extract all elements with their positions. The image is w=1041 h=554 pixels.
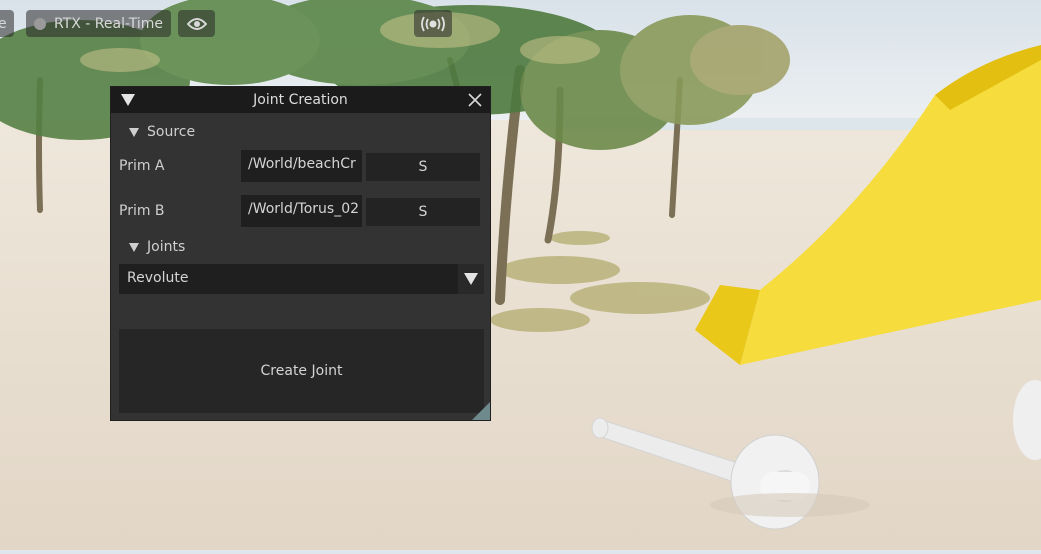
renderer-selector[interactable]: RTX - Real-Time (26, 10, 171, 37)
renderer-icon (34, 17, 46, 30)
renderer-label: RTX - Real-Time (54, 15, 164, 32)
prim-b-label: Prim B (119, 203, 165, 219)
shadow (710, 493, 870, 517)
broadcast-icon (421, 16, 445, 31)
joints-section-label: Joints (147, 239, 186, 255)
prim-b-select-button[interactable]: S (366, 198, 480, 226)
expand-triangle-icon (129, 242, 139, 252)
eye-icon (186, 17, 207, 30)
prim-a-path-field[interactable]: /World/beachCr (241, 150, 362, 182)
joint-type-value: Revolute (127, 270, 189, 286)
collapse-triangle-icon[interactable] (121, 94, 135, 106)
expand-triangle-icon (129, 127, 139, 137)
viewport-menu-button[interactable]: e (0, 10, 14, 37)
create-joint-button[interactable]: Create Joint (119, 329, 484, 413)
viewport-menu-label: e (0, 15, 7, 32)
joints-section-header[interactable]: Joints (129, 237, 185, 257)
chevron-down-icon (464, 273, 478, 285)
prim-a-select-button[interactable]: S (366, 153, 480, 181)
close-icon[interactable] (467, 92, 483, 108)
resize-grip-icon[interactable] (468, 398, 490, 420)
joint-type-dropdown[interactable]: Revolute (119, 264, 484, 294)
live-sync-button[interactable] (414, 10, 452, 37)
source-section-label: Source (147, 124, 196, 140)
visibility-button[interactable] (178, 10, 215, 37)
dropdown-arrow-button[interactable] (458, 264, 484, 294)
window-title: Joint Creation (253, 92, 348, 108)
prim-b-path-field[interactable]: /World/Torus_02 (241, 195, 362, 227)
source-section-header[interactable]: Source (129, 122, 195, 142)
prim-a-label: Prim A (119, 158, 165, 174)
joint-creation-window: Joint Creation Source Prim A /World/beac… (110, 86, 491, 421)
window-title-bar[interactable]: Joint Creation (111, 87, 490, 113)
